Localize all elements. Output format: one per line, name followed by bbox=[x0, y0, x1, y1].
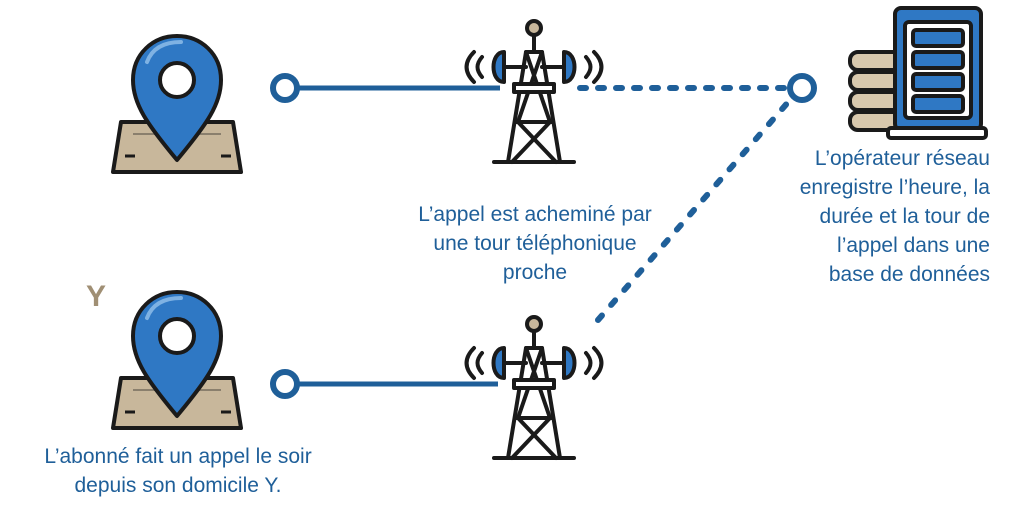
tower-description-line: proche bbox=[502, 261, 568, 284]
operator-description-line: base de données bbox=[828, 263, 990, 286]
home-marker-label: Y bbox=[86, 280, 107, 313]
operator-description-line: L’opérateur réseau bbox=[814, 147, 990, 170]
tower-description: L’appel est acheminé par une tour téléph… bbox=[380, 200, 690, 287]
cell-tower-icon bbox=[464, 315, 604, 460]
endpoint-server bbox=[787, 73, 817, 103]
cell-tower-icon bbox=[464, 19, 604, 164]
operator-description: L’opérateur réseau enregistre l’heure, l… bbox=[750, 144, 990, 289]
subscriber-description-line: L’abonné fait un appel le soir bbox=[44, 445, 312, 468]
operator-description-line: l’appel dans une bbox=[837, 234, 990, 257]
operator-description-line: durée et la tour de bbox=[819, 205, 990, 228]
server-database-icon bbox=[848, 6, 988, 140]
subscriber-description-line: depuis son domicile Y. bbox=[74, 474, 282, 497]
endpoint-top-left bbox=[270, 73, 300, 103]
tower-description-line: L’appel est acheminé par bbox=[418, 203, 652, 226]
subscriber-description: L’abonné fait un appel le soir depuis so… bbox=[0, 442, 356, 500]
endpoint-bottom-left bbox=[270, 369, 300, 399]
map-pin-icon bbox=[111, 290, 243, 430]
operator-description-line: enregistre l’heure, la bbox=[799, 176, 990, 199]
map-pin-icon bbox=[111, 34, 243, 174]
tower-description-line: une tour téléphonique bbox=[433, 232, 637, 255]
